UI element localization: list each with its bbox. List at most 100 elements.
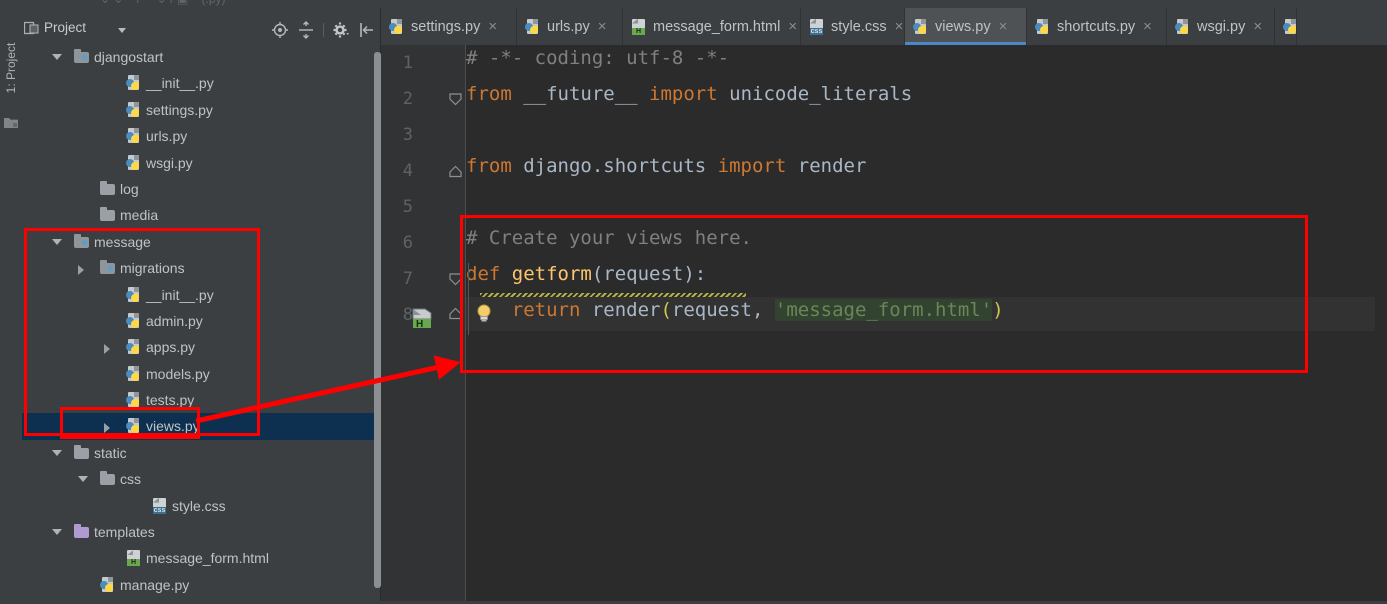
twisty-collapsed-icon[interactable]	[104, 344, 110, 355]
python-file-icon	[1175, 18, 1191, 35]
ide-window: ⌄ ⌄ / ⌄ / ▣ (.py) 1: Project Project	[0, 0, 1387, 601]
fold-collapse-icon[interactable]	[449, 273, 462, 289]
editor-code-area[interactable]: # -*- coding: utf-8 -*- from __future__ …	[466, 45, 1387, 601]
close-icon[interactable]: ×	[893, 19, 906, 34]
tree-item-apps-py[interactable]: apps.py	[22, 334, 380, 360]
python-file-icon-wrap	[126, 312, 142, 329]
editor-tab-settings-py[interactable]: settings.py ×	[381, 8, 517, 45]
collapse-expand-icon[interactable]	[297, 21, 315, 39]
python-file-icon	[126, 365, 142, 382]
code-token-call: render	[580, 299, 661, 321]
close-icon[interactable]: ×	[1141, 19, 1154, 34]
locate-icon[interactable]	[271, 21, 289, 39]
fold-region-icon[interactable]	[449, 165, 462, 181]
html-template-marker-icon[interactable]: H	[411, 307, 435, 330]
folder-icon	[100, 471, 115, 486]
hide-panel-icon[interactable]	[358, 21, 376, 39]
editor-tab-label: message_form.html	[653, 18, 781, 35]
editor-tab-bar: settings.py × urls.py × Hmessage_form.html × c…	[381, 8, 1387, 45]
python-file-icon	[126, 418, 142, 434]
tree-item-label: models.py	[146, 365, 210, 382]
close-icon[interactable]: ×	[997, 19, 1010, 34]
tree-item-wsgi-py[interactable]: wsgi.py	[22, 150, 380, 176]
fold-collapse-icon[interactable]	[449, 93, 462, 109]
editor-tab-overflow[interactable]	[1275, 8, 1297, 45]
twisty-expanded-icon[interactable]	[52, 238, 62, 245]
tree-item---init---py[interactable]: __init__.py	[22, 70, 380, 96]
twisty-collapsed-icon[interactable]	[104, 423, 110, 434]
tree-item-settings-py[interactable]: settings.py	[22, 97, 380, 123]
python-file-icon-wrap	[389, 18, 405, 35]
project-view-icon	[23, 21, 40, 35]
close-icon[interactable]: ×	[486, 19, 499, 34]
purple-folder-icon	[74, 524, 89, 539]
project-panel-toolbar	[271, 19, 376, 41]
python-file-icon-wrap	[100, 576, 116, 593]
python-file-icon-wrap	[126, 75, 142, 91]
tree-item-templates[interactable]: templates	[22, 519, 380, 545]
editor-tab-label: shortcuts.py	[1057, 18, 1136, 35]
intention-bulb-icon[interactable]	[474, 303, 494, 325]
editor-tab-label: style.css	[831, 18, 887, 35]
css-file-icon: css	[809, 18, 825, 35]
code-token-params: (request):	[591, 263, 707, 285]
twisty-collapsed-icon[interactable]	[78, 265, 84, 276]
fold-region-icon[interactable]	[449, 307, 462, 323]
settings-gear-icon[interactable]	[332, 21, 350, 39]
python-file-icon-wrap	[126, 128, 142, 144]
editor-right-scroll-gutter[interactable]	[1375, 45, 1387, 601]
close-icon[interactable]: ×	[1251, 19, 1264, 34]
twisty-expanded-icon[interactable]	[52, 529, 62, 536]
python-file-icon-wrap	[126, 101, 142, 118]
tree-item-views-py[interactable]: views.py	[22, 413, 380, 440]
tree-item-media[interactable]: media	[22, 202, 380, 228]
python-file-icon	[126, 312, 142, 329]
editor-tab-urls-py[interactable]: urls.py ×	[517, 8, 623, 45]
tree-item-message-form-html[interactable]: Hmessage_form.html	[22, 545, 380, 571]
project-tool-window: Project djangostart __init__.py settings…	[22, 8, 381, 601]
tree-item-djangostart[interactable]: djangostart	[22, 44, 380, 70]
tree-item-models-py[interactable]: models.py	[22, 361, 380, 387]
editor-gutter[interactable]: 1 2 3 4 5 6 7 8H	[381, 45, 466, 601]
module-folder-icon-wrap	[100, 260, 116, 276]
tree-item-message[interactable]: message	[22, 229, 380, 255]
tree-item-css[interactable]: css	[22, 466, 380, 492]
tool-window-button-project[interactable]: 1: Project	[0, 18, 22, 118]
tree-item-static[interactable]: static	[22, 440, 380, 466]
code-token-name: unicode_literals	[717, 83, 913, 105]
project-folder-icon	[4, 116, 18, 128]
line-number-5: 5	[402, 197, 413, 217]
twisty-expanded-icon[interactable]	[52, 449, 62, 456]
code-token-name: render	[786, 155, 867, 177]
tree-item-admin-py[interactable]: admin.py	[22, 308, 380, 334]
tree-item-migrations[interactable]: migrations	[22, 255, 380, 281]
twisty-expanded-icon[interactable]	[78, 476, 88, 483]
editor-tab-style-css[interactable]: css style.css ×	[801, 8, 905, 45]
tree-item-style-css[interactable]: css style.css	[22, 493, 380, 519]
code-token-string: 'message_form.html'	[774, 299, 993, 321]
code-line-2: from __future__ import unicode_literals	[466, 83, 912, 105]
project-panel-title: Project	[44, 20, 87, 35]
tree-item-label: djangostart	[94, 49, 164, 65]
tree-item-tests-py[interactable]: tests.py	[22, 387, 380, 413]
chevron-down-icon[interactable]	[118, 28, 126, 33]
tree-item-label: views.py	[146, 418, 200, 435]
tree-item---init---py[interactable]: __init__.py	[22, 282, 380, 308]
inspection-squiggle	[480, 293, 746, 297]
editor-tab-views-py[interactable]: views.py ×	[905, 8, 1027, 45]
tree-item-manage-py[interactable]: manage.py	[22, 572, 380, 598]
html-file-icon-wrap: H	[126, 550, 142, 567]
close-icon[interactable]: ×	[786, 19, 799, 34]
editor-tab-wsgi-py[interactable]: wsgi.py ×	[1167, 8, 1275, 45]
tree-item-urls-py[interactable]: urls.py	[22, 123, 380, 149]
editor-tab-message-form-html[interactable]: Hmessage_form.html ×	[623, 8, 801, 45]
code-token-keyword: import	[717, 155, 787, 177]
editor-tab-label: settings.py	[411, 18, 481, 35]
project-file-tree[interactable]: djangostart __init__.py settings.py urls.py…	[22, 44, 380, 604]
twisty-expanded-icon[interactable]	[52, 54, 62, 60]
close-icon[interactable]: ×	[596, 19, 609, 34]
editor-tab-shortcuts-py[interactable]: shortcuts.py ×	[1027, 8, 1167, 45]
tree-item-label: css	[120, 471, 141, 488]
tree-item-log[interactable]: log	[22, 176, 380, 202]
tree-item-label: urls.py	[146, 128, 188, 145]
